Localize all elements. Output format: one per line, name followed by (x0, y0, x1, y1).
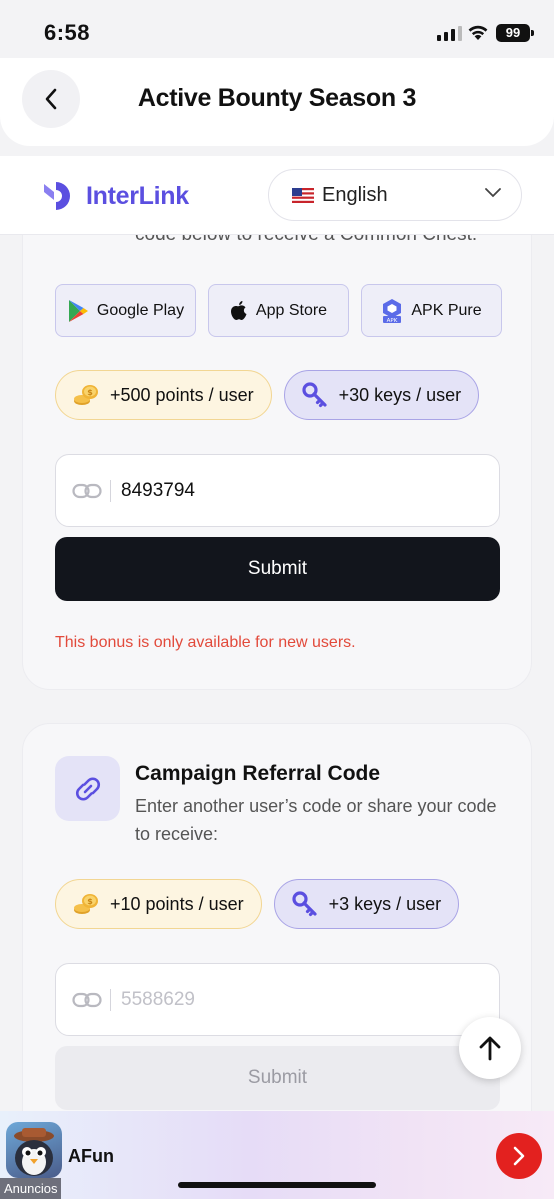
keys-reward-label: +30 keys / user (338, 384, 462, 405)
apk-pure-button[interactable]: APK APK Pure (361, 284, 502, 337)
interlink-logo-icon (44, 182, 70, 210)
arrow-up-icon (479, 1036, 501, 1061)
new-users-note: This bonus is only available for new use… (55, 634, 356, 651)
campaign-link-icon (55, 756, 120, 821)
apk-pure-label: APK Pure (411, 301, 482, 319)
points-reward-label: +500 points / user (110, 384, 254, 405)
penguin-mascot-icon (14, 1128, 54, 1176)
referral-code-input[interactable] (121, 479, 441, 502)
ad-label: Anuncios (0, 1178, 62, 1199)
language-selector[interactable]: English (268, 169, 522, 221)
points-reward-label: +10 points / user (110, 893, 244, 914)
app-store-label: App Store (255, 301, 328, 319)
key-icon (291, 891, 317, 917)
apple-icon (230, 300, 247, 320)
cellular-signal-icon (437, 26, 462, 41)
ad-app-name: AFun (68, 1146, 114, 1166)
referral-code-field[interactable] (55, 454, 500, 527)
campaign-code-input[interactable] (121, 988, 441, 1011)
campaign-code-field[interactable] (55, 963, 500, 1036)
submit-button[interactable]: Submit (55, 537, 500, 601)
points-reward-pill: $ +10 points / user (55, 879, 262, 929)
app-store-button[interactable]: App Store (208, 284, 349, 337)
google-play-button[interactable]: Google Play (55, 284, 196, 337)
ad-open-button[interactable] (496, 1133, 542, 1179)
key-icon (302, 382, 327, 408)
store-links: Google Play App Store APK APK Pure (55, 284, 502, 337)
page-header: Active Bounty Season 3 (0, 58, 554, 146)
brand-bar: InterLink English (0, 156, 554, 235)
field-divider (110, 988, 111, 1011)
field-divider (110, 479, 111, 502)
campaign-description: Enter another user’s code or share your … (135, 796, 497, 844)
link-icon (72, 992, 102, 1007)
google-play-label: Google Play (96, 301, 185, 319)
chevron-right-icon (513, 1146, 525, 1166)
points-reward-pill: $ +500 points / user (55, 370, 272, 420)
link-icon (72, 483, 102, 498)
content-area[interactable]: code below to receive a Common Chest: Go… (0, 235, 554, 1111)
google-play-icon (68, 299, 88, 322)
card-description: code below to receive a Common Chest: (135, 235, 477, 246)
svg-text:$: $ (87, 388, 93, 397)
keys-reward-pill: +30 keys / user (283, 370, 480, 420)
status-time: 6:58 (44, 20, 91, 45)
svg-text:$: $ (87, 897, 93, 906)
battery-indicator: 99 (496, 24, 534, 42)
campaign-reward-pills: $ +10 points / user +3 keys / user (55, 879, 460, 929)
afun-app-icon (6, 1122, 62, 1178)
coins-icon: $ (74, 894, 98, 914)
apk-badge: APK (387, 318, 398, 324)
wifi-icon (468, 25, 488, 40)
referral-card: code below to receive a Common Chest: Go… (22, 235, 532, 690)
chevron-down-icon (485, 188, 501, 198)
apk-pure-icon: APK (383, 298, 402, 324)
campaign-submit-button[interactable]: Submit (55, 1046, 500, 1110)
page-title: Active Bounty Season 3 (137, 84, 417, 112)
campaign-title: Campaign Referral Code (135, 762, 381, 785)
scroll-to-top-button[interactable] (459, 1017, 521, 1079)
status-bar: 6:58 99 (0, 0, 554, 60)
keys-reward-pill: +3 keys / user (273, 879, 460, 929)
link-chain-icon (75, 777, 100, 800)
brand-name: InterLink (86, 181, 189, 210)
reward-pills: $ +500 points / user +30 keys / user (55, 370, 480, 420)
keys-reward-label: +3 keys / user (328, 893, 442, 914)
campaign-referral-card: Campaign Referral Code Enter another use… (22, 723, 532, 1111)
coins-icon: $ (74, 385, 98, 405)
language-label: English (322, 183, 388, 206)
home-indicator (178, 1182, 376, 1188)
interlink-logo[interactable]: InterLink (42, 178, 189, 214)
us-flag-icon (292, 187, 314, 203)
